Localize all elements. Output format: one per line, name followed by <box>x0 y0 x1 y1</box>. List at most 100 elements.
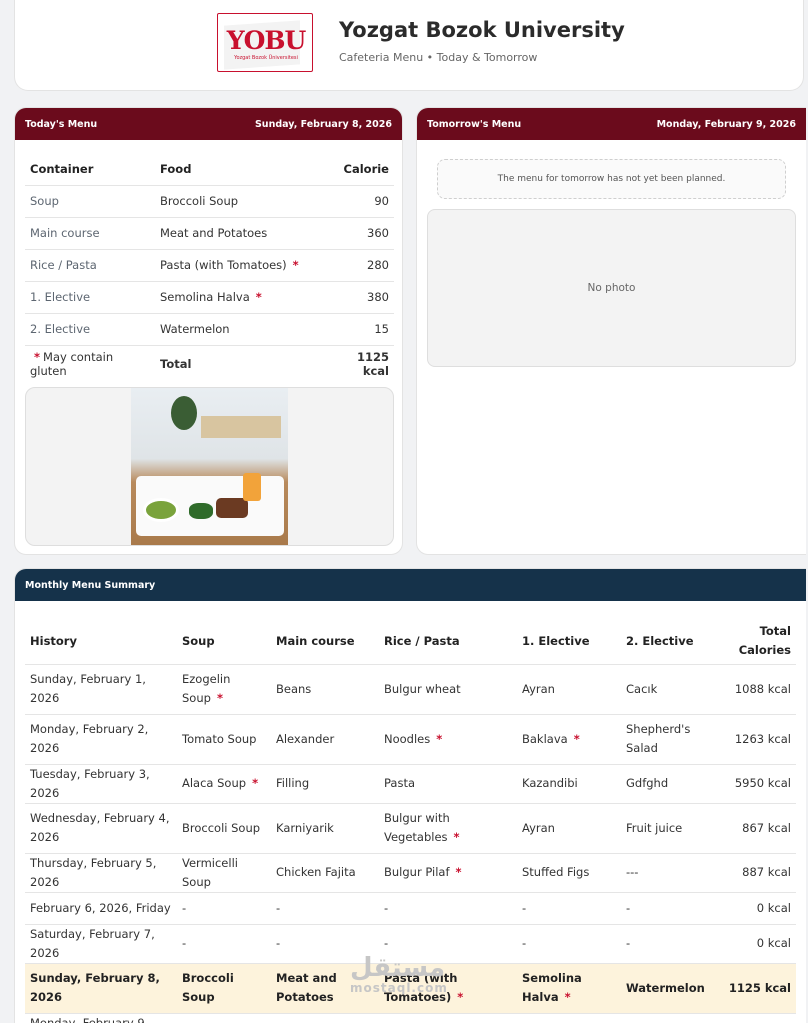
today-menu-row: 1. Elective Semolina Halva * 380 <box>25 281 394 314</box>
monthly-cell-e2: - <box>621 924 717 964</box>
monthly-cell-rice: - <box>379 1013 517 1023</box>
monthly-cell-total: 0 kcal <box>717 1013 796 1023</box>
monthly-col-header: Main course <box>271 619 379 665</box>
monthly-e1-text: Ayran <box>522 681 555 696</box>
watermark-latin: mostaql.com <box>350 981 448 995</box>
monthly-row: Sunday, February 1, 2026 Ezogelin Soup * Be… <box>25 664 796 715</box>
monthly-cell-soup: Tomato Soup <box>177 714 271 765</box>
monthly-cell-date: Thursday, February 5, 2026 <box>25 853 177 893</box>
row-food: Meat and Potatoes <box>160 226 268 240</box>
monthly-cell-total: 0 kcal <box>717 892 796 925</box>
monthly-row: Monday, February 2, 2026 Tomato Soup Alexa… <box>25 714 796 765</box>
photo-meat <box>216 498 248 518</box>
university-logo[interactable]: YOBU Yozgat Bozok Üniversitesi <box>217 13 313 72</box>
monthly-e2-text: - <box>626 936 631 950</box>
monthly-e2-text: Gdfghd <box>626 776 669 790</box>
monthly-soup-text: Tomato Soup <box>182 731 257 746</box>
monthly-cell-e1: Kazandibi <box>517 764 621 804</box>
tomorrow-not-planned-notice: The menu for tomorrow has not yet been p… <box>437 159 786 199</box>
total-label: Total <box>160 357 192 372</box>
tomorrow-menu-date: Monday, February 9, 2026 <box>656 118 796 130</box>
monthly-cell-main: - <box>271 1013 379 1023</box>
monthly-cell-date: Monday, February 9, 2026 <box>25 1013 177 1023</box>
monthly-cell-main: Chicken Fajita <box>271 853 379 893</box>
today-total-row: * May contain gluten Total 1125 kcal <box>25 345 394 383</box>
monthly-e1-text: - <box>522 900 527 915</box>
photo-background-table <box>201 416 281 438</box>
today-menu-row: Soup Broccoli Soup 90 <box>25 185 394 218</box>
monthly-e1-text: Ayran <box>522 820 555 835</box>
tomorrow-menu-card: Tomorrow's Menu Monday, February 9, 2026… <box>416 107 806 555</box>
monthly-e2-text: Fruit juice <box>626 820 683 835</box>
monthly-date-text: February 6, 2026, Friday <box>30 900 171 915</box>
monthly-soup-text: Ezogelin Soup <box>182 672 231 705</box>
monthly-row: Tuesday, February 3, 2026 Alaca Soup * Fill… <box>25 764 796 804</box>
monthly-cell-soup: Vermicelli Soup <box>177 853 271 893</box>
photo-juice <box>243 473 261 501</box>
monthly-soup-text: Alaca Soup <box>182 776 247 790</box>
row-calorie: 380 <box>324 281 394 314</box>
tomorrow-menu-header: Tomorrow's Menu Monday, February 9, 2026 <box>417 108 806 140</box>
monthly-cell-e1: Ayran <box>517 664 621 715</box>
row-container: Soup <box>25 185 155 218</box>
monthly-e2-text: Shepherd's Salad <box>626 722 691 755</box>
monthly-summary-header: Monthly Menu Summary <box>15 569 806 601</box>
col-container: Container <box>25 153 155 186</box>
monthly-main-text: Filling <box>276 776 310 790</box>
monthly-cell-total: 1125 kcal <box>717 963 796 1014</box>
today-menu-row: 2. Elective Watermelon 15 <box>25 313 394 346</box>
monthly-e1-text: Stuffed Figs <box>522 865 590 879</box>
monthly-col-header: History <box>25 619 177 665</box>
monthly-soup-text: Vermicelli Soup <box>182 855 238 889</box>
meal-photo[interactable] <box>131 388 288 545</box>
monthly-e1-text: Baklava <box>522 731 568 746</box>
monthly-cell-soup: Ezogelin Soup * <box>177 664 271 715</box>
monthly-cell-e2: Gdfghd <box>621 764 717 804</box>
today-menu-row: Rice / Pasta Pasta (with Tomatoes) * 280 <box>25 249 394 282</box>
row-container: 1. Elective <box>25 281 155 314</box>
monthly-rice-text: - <box>384 936 389 950</box>
monthly-cell-e2: Watermelon <box>621 963 717 1014</box>
monthly-cell-e1: - <box>517 1013 621 1023</box>
monthly-cell-e1: Baklava * <box>517 714 621 765</box>
monthly-date-text: Saturday, February 7, 2026 <box>30 926 155 960</box>
monthly-cell-soup: - <box>177 924 271 964</box>
monthly-main-text: Karniyarik <box>276 820 334 835</box>
monthly-cell-main: Beans <box>271 664 379 715</box>
today-menu-title: Today's Menu <box>25 118 98 130</box>
monthly-cell-soup: - <box>177 1013 271 1023</box>
monthly-total-text: 1088 kcal <box>734 681 791 696</box>
site-watermark: مستقل mostaql.com <box>350 955 448 995</box>
monthly-cell-date: February 6, 2026, Friday <box>25 892 177 925</box>
monthly-soup-text: - <box>182 900 187 915</box>
monthly-soup-text: Broccoli Soup <box>182 820 261 835</box>
monthly-e2-text: Watermelon <box>626 980 705 995</box>
monthly-total-text: 887 kcal <box>742 865 791 879</box>
monthly-main-text: Beans <box>276 681 312 696</box>
monthly-cell-total: 1263 kcal <box>717 714 796 765</box>
monthly-main-text: - <box>276 900 281 915</box>
row-food-cell: Watermelon <box>155 313 324 346</box>
monthly-cell-date: Sunday, February 1, 2026 <box>25 664 177 715</box>
row-container: Main course <box>25 217 155 250</box>
gluten-star-icon: * <box>457 990 464 1004</box>
gluten-star-icon: * <box>453 830 460 844</box>
monthly-cell-soup: Alaca Soup * <box>177 764 271 804</box>
monthly-main-text: - <box>276 936 281 950</box>
monthly-cell-e1: - <box>517 892 621 925</box>
monthly-e1-text: Semolina Halva <box>522 971 582 1004</box>
monthly-cell-date: Monday, February 2, 2026 <box>25 714 177 765</box>
monthly-cell-rice: Pasta <box>379 764 517 804</box>
monthly-col-header: 2. Elective <box>621 619 717 665</box>
row-food: Watermelon <box>160 322 230 336</box>
monthly-cell-e2: Fruit juice <box>621 803 717 854</box>
monthly-date-text: Sunday, February 8, 2026 <box>30 971 160 1004</box>
monthly-e2-text: Cacık <box>626 681 658 696</box>
monthly-cell-rice: - <box>379 892 517 925</box>
row-food-cell: Meat and Potatoes <box>155 217 324 250</box>
monthly-rice-text: Bulgur with Vegetables <box>384 811 450 844</box>
monthly-cell-soup: - <box>177 892 271 925</box>
tomorrow-menu-title: Tomorrow's Menu <box>427 118 522 130</box>
monthly-total-text: 0 kcal <box>756 936 791 950</box>
row-food-cell: Broccoli Soup <box>155 185 324 218</box>
